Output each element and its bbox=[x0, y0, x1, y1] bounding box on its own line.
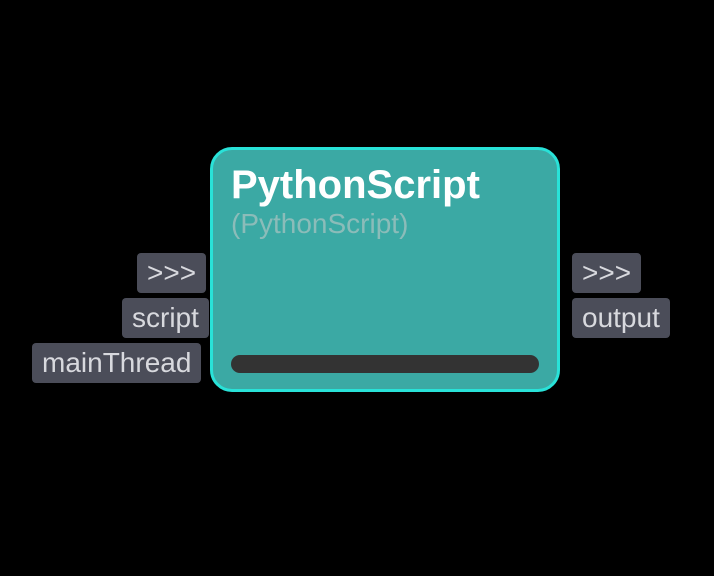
input-port-mainthread[interactable]: mainThread bbox=[32, 343, 201, 383]
output-port-output[interactable]: output bbox=[572, 298, 670, 338]
node-title: PythonScript bbox=[231, 164, 539, 206]
node-footer-bar bbox=[231, 355, 539, 373]
python-script-node[interactable]: PythonScript (PythonScript) bbox=[210, 147, 560, 392]
output-port-exec[interactable]: >>> bbox=[572, 253, 641, 293]
input-port-script[interactable]: script bbox=[122, 298, 209, 338]
node-subtitle: (PythonScript) bbox=[231, 208, 539, 240]
input-port-exec[interactable]: >>> bbox=[137, 253, 206, 293]
